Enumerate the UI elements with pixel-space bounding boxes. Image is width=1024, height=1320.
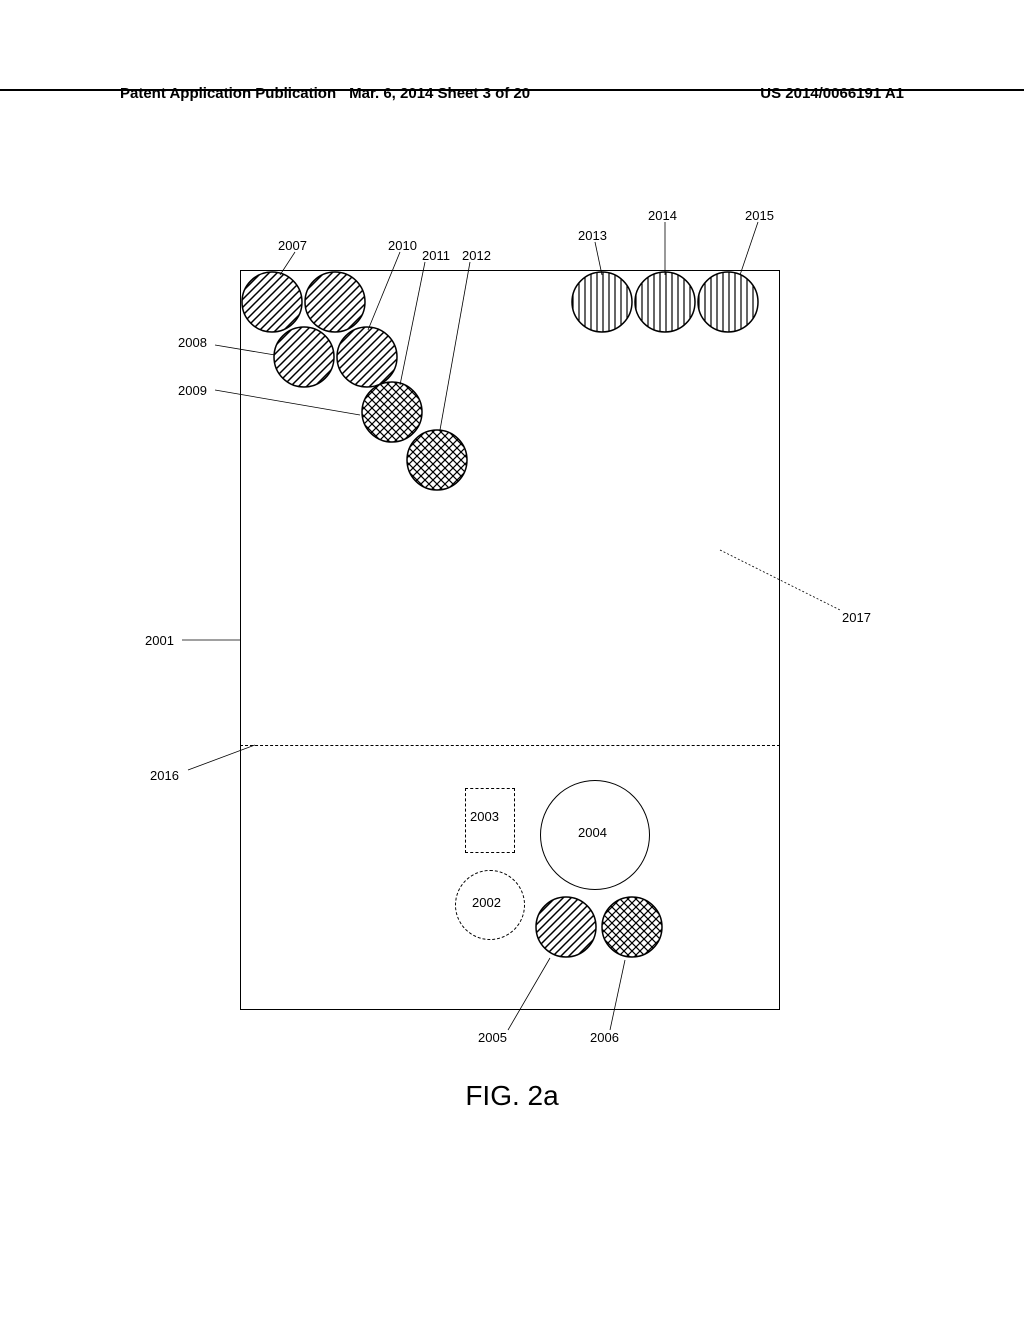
header-date-sheet: Mar. 6, 2014 Sheet 3 of 20 [349,85,530,102]
diagram-figure-2a: 2007 2010 2011 2012 2013 2014 2015 2008 … [120,190,900,1090]
label-2003: 2003 [470,809,499,824]
label-2011: 2011 [422,248,450,263]
label-2014: 2014 [648,208,677,223]
header-patent-number: US 2014/0066191 A1 [760,85,904,102]
label-2006: 2006 [590,1030,619,1045]
label-2002: 2002 [472,895,501,910]
label-2007: 2007 [278,238,307,253]
label-2005: 2005 [478,1030,507,1045]
label-2013: 2013 [578,228,607,243]
label-2017: 2017 [842,610,871,625]
label-2015: 2015 [745,208,774,223]
label-2008: 2008 [178,335,207,350]
label-2009: 2009 [178,383,207,398]
label-2001: 2001 [145,633,174,648]
header-publication: Patent Application Publication [120,85,336,102]
label-2016: 2016 [150,768,179,783]
leader-lines [120,190,900,1090]
label-2004: 2004 [578,825,607,840]
label-2012: 2012 [462,248,491,263]
patent-header: Patent Application Publication Mar. 6, 2… [0,85,1024,91]
label-2010: 2010 [388,238,417,253]
figure-label: FIG. 2a [465,1080,558,1112]
